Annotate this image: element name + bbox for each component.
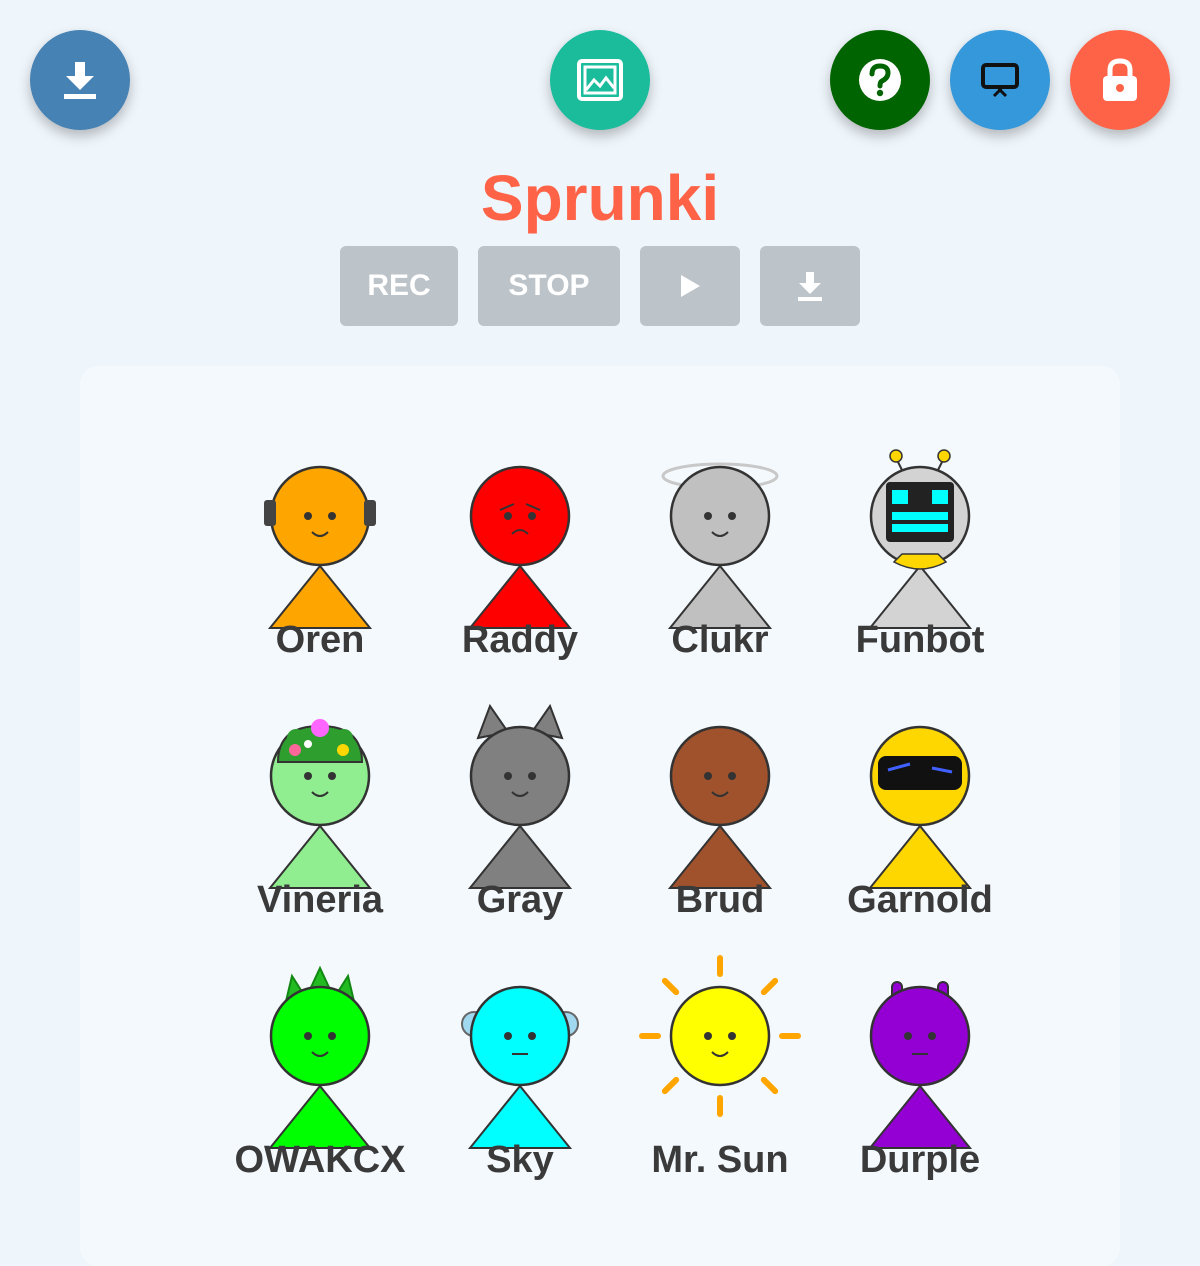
- play-button[interactable]: [640, 246, 740, 326]
- character-figure: [461, 985, 579, 1149]
- download-icon: [64, 62, 96, 99]
- character-figure: [661, 462, 779, 629]
- character-clukr[interactable]: Clukr: [620, 436, 820, 676]
- image-icon: [577, 59, 623, 101]
- stop-button[interactable]: STOP: [478, 246, 620, 326]
- character-owakcx[interactable]: OWAKCX: [220, 956, 420, 1196]
- character-brud[interactable]: Brud: [620, 696, 820, 936]
- lock-icon: [1103, 58, 1137, 101]
- character-durple[interactable]: Durple: [820, 956, 1020, 1196]
- character-figure: [467, 465, 573, 629]
- character-mr-sun[interactable]: Mr. Sun: [620, 955, 820, 1196]
- record-button[interactable]: REC: [340, 246, 458, 326]
- character-oren[interactable]: Oren: [220, 436, 420, 676]
- help-button[interactable]: [830, 30, 930, 130]
- screen-button[interactable]: [950, 30, 1050, 130]
- lock-button[interactable]: [1070, 30, 1170, 130]
- stop-button-label: STOP: [508, 269, 590, 302]
- character-raddy[interactable]: Raddy: [420, 436, 620, 676]
- record-button-label: REC: [367, 269, 431, 302]
- character-figure: [267, 965, 373, 1149]
- question-icon: [859, 59, 901, 101]
- character-figure: [867, 981, 973, 1149]
- page-title: Sprunki: [480, 162, 720, 234]
- download-button[interactable]: [30, 30, 130, 130]
- character-figure: [264, 465, 376, 629]
- character-figure: [867, 449, 973, 629]
- character-figure: [667, 725, 773, 889]
- download-icon: [798, 272, 822, 301]
- character-figure: [467, 703, 573, 889]
- character-garnold[interactable]: Garnold: [820, 696, 1020, 936]
- play-icon: [681, 275, 700, 297]
- character-gray[interactable]: Gray: [420, 696, 620, 936]
- character-vineria[interactable]: Vineria: [220, 696, 420, 936]
- character-funbot[interactable]: Funbot: [820, 436, 1020, 676]
- monitor-icon: [981, 63, 1019, 98]
- save-recording-button[interactable]: [760, 246, 860, 326]
- character-figure: [639, 955, 801, 1117]
- character-name: Durple: [859, 1139, 981, 1181]
- character-stage: Oren Raddy Clukr Funbot Vineria Gray Bru…: [80, 366, 1120, 1266]
- character-sky[interactable]: Sky: [420, 956, 620, 1196]
- character-figure: [267, 719, 373, 889]
- gallery-button[interactable]: [550, 30, 650, 130]
- character-figure: [867, 725, 973, 889]
